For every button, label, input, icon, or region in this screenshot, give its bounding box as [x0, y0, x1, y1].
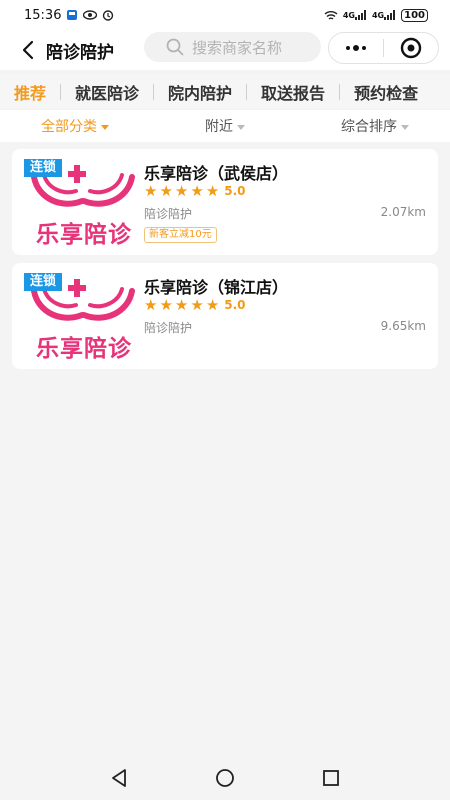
store-name: 乐享陪诊（武侯店） [144, 164, 289, 183]
star-icon: ★ [144, 296, 158, 314]
store-category: 陪诊陪护 [144, 321, 193, 335]
nav-recent-button[interactable] [316, 763, 346, 793]
more-icon [346, 45, 366, 51]
battery-indicator: 100 [401, 8, 428, 22]
star-icon: ★ [205, 296, 220, 314]
category-tabs: 推荐 就医陪诊 院内陪护 取送报告 预约检查 [0, 75, 450, 109]
nav-back-button[interactable] [104, 763, 134, 793]
store-rating: ★ ★ ★ ★ ★ 5.0 [144, 297, 246, 313]
target-icon [400, 37, 422, 59]
chevron-down-icon [401, 124, 409, 130]
status-bar: 15:36 4G 4G 100 [0, 0, 450, 30]
store-category: 陪诊陪护 [144, 207, 193, 221]
filter-label: 附近 [205, 119, 233, 135]
star-icon: ★ [174, 296, 189, 314]
store-list: 连锁 乐享陪诊 乐享陪诊（武侯店） ★ ★ ★ ★ ★ 5.0 陪诊陪护 2.0… [12, 149, 438, 377]
logo-text: 乐享陪诊 [36, 336, 132, 361]
signal-icon-b: 4G [372, 10, 396, 20]
store-card[interactable]: 连锁 乐享陪诊 乐享陪诊（锦江店） ★ ★ ★ ★ ★ 5.0 陪诊陪护 9.6… [12, 263, 438, 369]
chevron-down-icon [101, 124, 109, 130]
star-icon: ★ [144, 182, 158, 200]
back-button[interactable] [16, 38, 40, 62]
header-bar: 陪诊陪护 搜索商家名称 [0, 30, 450, 70]
network-type-b: 4G [371, 10, 385, 20]
filter-bar: 全部分类 附近 综合排序 [0, 110, 450, 142]
network-type-a: 4G [342, 10, 355, 20]
chain-badge: 连锁 [24, 159, 63, 177]
star-icon: ★ [174, 182, 189, 200]
nav-home-icon [216, 769, 234, 787]
rating-value: 5.0 [224, 184, 246, 198]
signal-icon-a: 4G [343, 10, 367, 20]
logo-text: 乐享陪诊 [36, 222, 132, 247]
back-icon [22, 40, 34, 60]
miniapp-capsule [328, 32, 439, 64]
more-button[interactable] [329, 33, 383, 63]
store-logo: 连锁 乐享陪诊 [24, 273, 142, 361]
wifi-icon [324, 10, 338, 21]
tab-recommended[interactable]: 推荐 [0, 80, 60, 104]
nav-back-icon [112, 769, 126, 787]
store-name: 乐享陪诊（锦江店） [144, 278, 289, 297]
chain-badge: 连锁 [24, 273, 63, 291]
tab-inpatient-care[interactable]: 院内陪护 [154, 80, 246, 104]
star-icon: ★ [205, 182, 220, 200]
rating-value: 5.0 [224, 298, 246, 312]
tab-appointment-check[interactable]: 预约检查 [340, 80, 432, 104]
store-distance: 2.07km [380, 205, 426, 219]
nav-recent-icon [323, 770, 339, 786]
nav-home-button[interactable] [210, 763, 240, 793]
chevron-down-icon [237, 124, 245, 130]
filter-nearby[interactable]: 附近 [150, 116, 300, 136]
filter-all-categories[interactable]: 全部分类 [0, 116, 150, 136]
search-input[interactable]: 搜索商家名称 [144, 32, 321, 62]
search-placeholder: 搜索商家名称 [192, 38, 283, 57]
search-icon [166, 38, 184, 56]
store-rating: ★ ★ ★ ★ ★ 5.0 [144, 183, 246, 199]
alarm-icon [102, 9, 114, 21]
star-icon: ★ [159, 182, 173, 200]
system-nav-bar [0, 756, 450, 800]
store-distance: 9.65km [380, 319, 426, 333]
promo-tag: 新客立减10元 [144, 227, 217, 243]
filter-label: 综合排序 [341, 119, 397, 135]
store-card[interactable]: 连锁 乐享陪诊 乐享陪诊（武侯店） ★ ★ ★ ★ ★ 5.0 陪诊陪护 2.0… [12, 149, 438, 255]
notification-icon [66, 9, 78, 21]
status-time: 15:36 [24, 7, 62, 23]
filter-sort[interactable]: 综合排序 [300, 116, 450, 136]
tab-report-delivery[interactable]: 取送报告 [247, 80, 339, 104]
star-icon: ★ [159, 296, 173, 314]
star-icon: ★ [190, 296, 204, 314]
filter-label: 全部分类 [41, 119, 97, 135]
page-title: 陪诊陪护 [46, 42, 114, 63]
tab-medical-escort[interactable]: 就医陪诊 [61, 80, 153, 104]
eye-icon [83, 10, 98, 20]
close-miniapp-button[interactable] [384, 33, 438, 63]
star-icon: ★ [190, 182, 204, 200]
store-logo: 连锁 乐享陪诊 [24, 159, 142, 247]
